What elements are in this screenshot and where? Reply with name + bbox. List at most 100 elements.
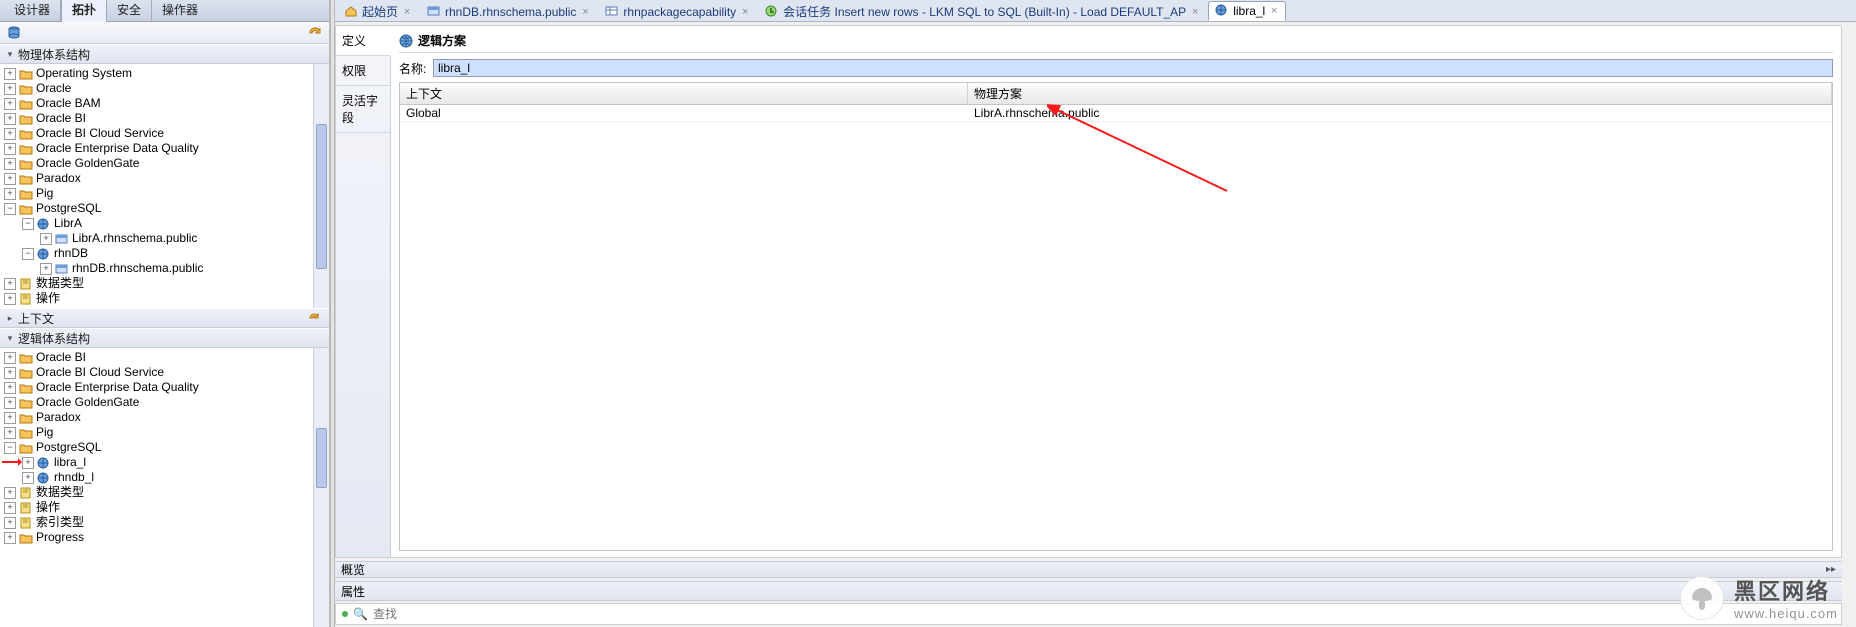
editor-tab[interactable]: 会话任务 Insert new rows - LKM SQL to SQL (B… (758, 1, 1207, 21)
minus-icon[interactable]: − (4, 442, 16, 454)
tree-node[interactable]: +索引类型 (4, 515, 329, 530)
section-physical[interactable]: ▾ 物理体系结构 (0, 44, 329, 64)
editor-tab[interactable]: libra_l× (1208, 1, 1286, 21)
tree-node[interactable]: +Oracle BI (4, 111, 329, 126)
tree-node[interactable]: +数据类型 (4, 276, 329, 291)
tree-node[interactable]: +LibrA.rhnschema.public (40, 231, 329, 246)
folder-icon (19, 412, 33, 424)
close-icon[interactable]: × (740, 7, 750, 17)
tree-node[interactable]: +Pig (4, 186, 329, 201)
table-row[interactable]: Global LibrA.rhnschema.public (400, 105, 1832, 122)
minus-icon[interactable]: − (22, 248, 34, 260)
refresh-icon[interactable] (307, 310, 323, 326)
plus-icon[interactable]: + (4, 188, 16, 200)
tree-node[interactable]: +操作 (4, 500, 329, 515)
close-icon[interactable]: × (402, 7, 412, 17)
plus-icon[interactable]: + (4, 83, 16, 95)
watermark: 黑区网络 www.heiqu.com (1680, 574, 1838, 621)
tab-topology[interactable]: 拓扑 (61, 0, 107, 22)
tree-node[interactable]: +libra_l (22, 455, 329, 470)
close-icon[interactable]: × (1269, 6, 1279, 16)
side-tab-permission[interactable]: 权限 (336, 56, 390, 86)
tree-node[interactable]: −PostgreSQL (4, 201, 329, 216)
minus-icon[interactable]: − (22, 218, 34, 230)
section-context[interactable]: ▸ 上下文 (0, 308, 329, 328)
tab-operator[interactable]: 操作器 (152, 0, 208, 21)
tree-node[interactable]: +Paradox (4, 410, 329, 425)
plus-icon[interactable]: + (4, 278, 16, 290)
tree-node[interactable]: + Paradox (4, 171, 329, 186)
tab-label: 会话任务 Insert new rows - LKM SQL to SQL (B… (783, 3, 1186, 20)
side-tab-definition[interactable]: 定义 (336, 26, 391, 56)
tab-label: rhnpackagecapability (623, 5, 736, 19)
tree-label: Oracle (36, 81, 71, 96)
plus-icon[interactable]: + (4, 143, 16, 155)
scrollbar[interactable] (313, 348, 329, 627)
expand-icon: ▸ (4, 313, 16, 324)
plus-icon[interactable]: + (22, 472, 34, 484)
plus-icon[interactable]: + (4, 517, 16, 529)
tree-node[interactable]: +rhnDB.rhnschema.public (40, 261, 329, 276)
tab-security[interactable]: 安全 (107, 0, 152, 21)
plus-icon[interactable]: + (4, 397, 16, 409)
physical-tree[interactable]: +Operating System+Oracle+Oracle BAM+Orac… (0, 64, 329, 308)
tree-node[interactable]: +Oracle Enterprise Data Quality (4, 141, 329, 156)
minus-icon[interactable]: − (4, 203, 16, 215)
tree-node[interactable]: +Oracle BI (4, 350, 329, 365)
db-icon[interactable] (6, 25, 22, 41)
plus-icon[interactable]: + (4, 487, 16, 499)
tree-node[interactable]: +Pig (4, 425, 329, 440)
tree-node[interactable]: +Oracle BAM (4, 96, 329, 111)
name-input[interactable] (433, 59, 1833, 77)
tree-node[interactable]: −rhnDB (22, 246, 329, 261)
plus-icon[interactable]: + (4, 173, 16, 185)
tree-node[interactable]: −PostgreSQL (4, 440, 329, 455)
plus-icon[interactable]: + (4, 382, 16, 394)
plus-icon[interactable]: + (4, 98, 16, 110)
side-tab-flexfields[interactable]: 灵活字段 (336, 86, 390, 133)
close-icon[interactable]: × (1190, 7, 1200, 17)
section-logical[interactable]: ▾ 逻辑体系结构 (0, 328, 329, 348)
plus-icon[interactable]: + (4, 293, 16, 305)
plus-icon[interactable]: + (4, 532, 16, 544)
refresh-icon[interactable] (307, 25, 323, 41)
search-input[interactable] (373, 607, 1835, 621)
mapping-grid[interactable]: 上下文 物理方案 Global LibrA.rhnschema.public (399, 82, 1833, 551)
tree-node[interactable]: +数据类型 (4, 485, 329, 500)
plus-icon[interactable]: + (4, 113, 16, 125)
editor-tab[interactable]: rhnDB.rhnschema.public× (420, 1, 597, 21)
plus-icon[interactable]: + (4, 352, 16, 364)
plus-icon[interactable]: + (4, 502, 16, 514)
plus-icon[interactable]: + (40, 263, 52, 275)
plus-icon[interactable]: + (4, 367, 16, 379)
tree-node[interactable]: + Oracle (4, 81, 329, 96)
col-physical[interactable]: 物理方案 (968, 83, 1832, 104)
plus-icon[interactable]: + (4, 412, 16, 424)
plus-icon[interactable]: + (4, 128, 16, 140)
close-icon[interactable]: × (580, 7, 590, 17)
tree-node[interactable]: +Oracle GoldenGate (4, 156, 329, 171)
col-context[interactable]: 上下文 (400, 83, 968, 104)
tree-node[interactable]: +Oracle BI Cloud Service (4, 365, 329, 380)
editor-tab[interactable]: rhnpackagecapability × (598, 1, 757, 21)
editor-tab[interactable]: 起始页× (337, 1, 419, 21)
tree-node[interactable]: +Operating System (4, 66, 329, 81)
tree-node[interactable]: +Oracle Enterprise Data Quality (4, 380, 329, 395)
properties-strip[interactable]: 属性 (335, 581, 1842, 601)
plus-icon[interactable]: + (40, 233, 52, 245)
tree-node[interactable]: +Progress (4, 530, 329, 545)
tree-node[interactable]: +Oracle BI Cloud Service (4, 126, 329, 141)
tree-label: Paradox (36, 171, 81, 186)
logical-tree[interactable]: +Oracle BI+Oracle BI Cloud Service+Oracl… (0, 348, 329, 547)
plus-icon[interactable]: + (4, 158, 16, 170)
plus-icon[interactable]: + (22, 457, 34, 469)
plus-icon[interactable]: + (4, 427, 16, 439)
tab-designer[interactable]: 设计器 (4, 0, 61, 21)
tree-node[interactable]: +rhndb_l (22, 470, 329, 485)
scrollbar[interactable] (313, 64, 329, 308)
plus-icon[interactable]: + (4, 68, 16, 80)
tree-node[interactable]: +操作 (4, 291, 329, 306)
tree-node[interactable]: +Oracle GoldenGate (4, 395, 329, 410)
preview-strip[interactable]: 概览 ▸▸ (335, 561, 1842, 578)
tree-node[interactable]: −LibrA (22, 216, 329, 231)
